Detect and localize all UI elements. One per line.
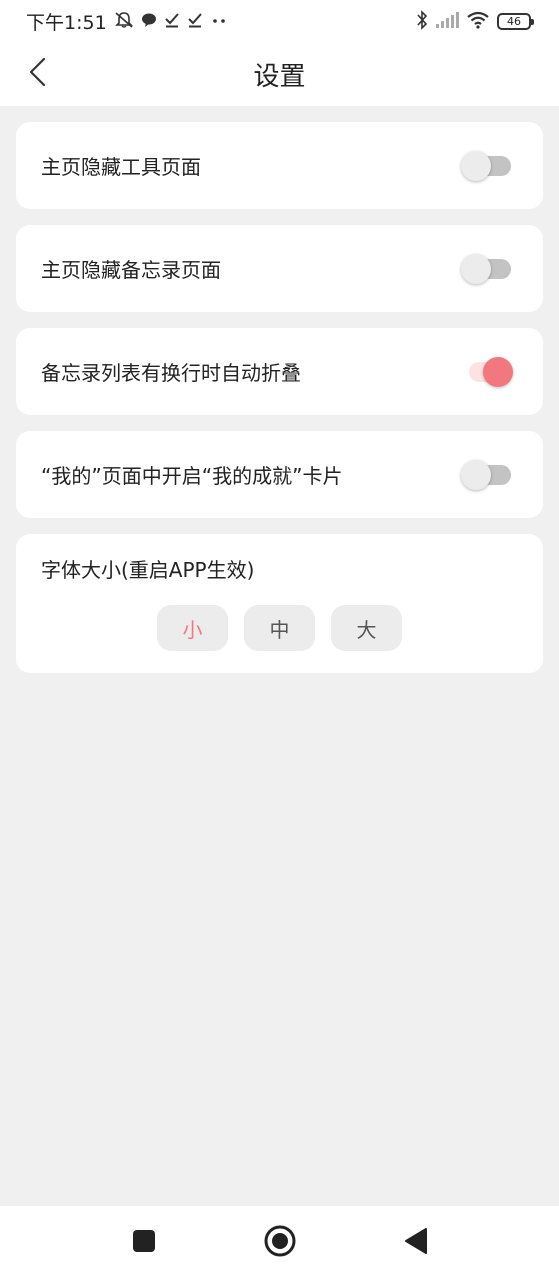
toggle-thumb — [461, 253, 491, 284]
font-size-large-button[interactable]: 大 — [331, 605, 402, 651]
recents-button[interactable] — [122, 1221, 166, 1265]
battery-indicator: 46 — [497, 12, 534, 30]
achievement-card-toggle[interactable] — [461, 459, 513, 490]
bluetooth-icon — [416, 9, 428, 33]
toggle-thumb — [461, 459, 491, 490]
font-size-card: 字体大小(重启APP生效) 小 中 大 — [16, 534, 543, 673]
check-icon — [164, 12, 180, 31]
auto-fold-memo-toggle[interactable] — [461, 356, 513, 387]
hide-tools-page-toggle[interactable] — [461, 150, 513, 181]
setting-label: 备忘录列表有换行时自动折叠 — [41, 361, 301, 385]
recents-square-icon — [132, 1229, 156, 1257]
home-button[interactable] — [258, 1221, 302, 1265]
check-icon — [187, 12, 203, 31]
setting-achievement-card: “我的”页面中开启“我的成就”卡片 — [16, 431, 543, 518]
font-size-small-button[interactable]: 小 — [157, 605, 228, 651]
setting-label: 主页隐藏备忘录页面 — [41, 258, 221, 282]
wifi-icon — [466, 11, 490, 32]
hide-memo-page-toggle[interactable] — [461, 253, 513, 284]
more-dots-icon — [210, 13, 228, 29]
mute-bell-icon — [114, 11, 134, 32]
settings-list: 主页隐藏工具页面 主页隐藏备忘录页面 备忘录列表有换行时自动折叠 “我的”页面中… — [16, 122, 543, 673]
back-triangle-icon — [404, 1227, 428, 1259]
status-bar-right: 46 — [416, 9, 534, 33]
setting-label: “我的”页面中开启“我的成就”卡片 — [41, 464, 343, 488]
header: 设置 — [0, 42, 559, 106]
status-bar: 下午1:51 46 — [0, 0, 559, 42]
chevron-left-icon — [28, 57, 48, 91]
chat-bubble-icon — [141, 12, 157, 31]
back-button[interactable] — [18, 54, 58, 94]
setting-auto-fold-memo: 备忘录列表有换行时自动折叠 — [16, 328, 543, 415]
status-time: 下午1:51 — [26, 11, 107, 34]
toggle-thumb — [461, 150, 491, 181]
signal-icon — [435, 11, 459, 31]
font-size-medium-button[interactable]: 中 — [244, 605, 315, 651]
toggle-thumb — [483, 356, 513, 387]
setting-hide-memo-page: 主页隐藏备忘录页面 — [16, 225, 543, 312]
font-size-title: 字体大小(重启APP生效) — [41, 558, 255, 582]
status-bar-left: 下午1:51 — [26, 8, 228, 35]
font-size-options: 小 中 大 — [41, 605, 518, 651]
home-circle-icon — [263, 1224, 297, 1262]
page-title: 设置 — [253, 61, 306, 92]
setting-label: 主页隐藏工具页面 — [41, 155, 201, 179]
setting-hide-tools-page: 主页隐藏工具页面 — [16, 122, 543, 209]
back-nav-button[interactable] — [394, 1221, 438, 1265]
system-nav-bar — [0, 1206, 559, 1280]
